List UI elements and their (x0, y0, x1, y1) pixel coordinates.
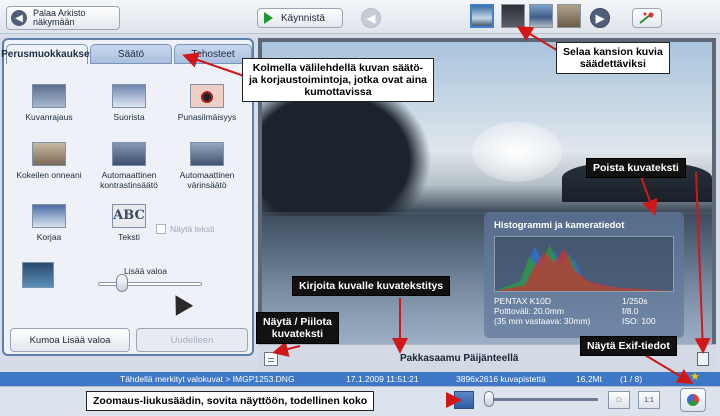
lucky-icon (32, 142, 66, 166)
back-arrow-icon: ◀ (11, 10, 27, 26)
filmstrip-thumb[interactable] (470, 4, 494, 28)
fix-tool[interactable]: Korjaa (10, 204, 88, 242)
callout-filmstrip: Selaa kansion kuvia säädettäviksi (556, 42, 670, 74)
status-date: 17.1.2009 11:51:21 (346, 374, 419, 384)
redeye-tool[interactable]: Punasilmäisyys (168, 84, 246, 122)
crop-icon (32, 84, 66, 108)
star-icon[interactable]: ★ (690, 370, 700, 383)
redeye-icon (190, 84, 224, 108)
photo-sun (472, 122, 562, 182)
redeye-label: Punasilmäisyys (177, 112, 237, 122)
callout-write-caption: Kirjoita kuvalle kuvatekstitys (292, 276, 451, 296)
text-tool[interactable]: ABC Teksti (90, 204, 168, 242)
crop-tool[interactable]: Kuvanrajaus (10, 84, 88, 122)
callout-delete-caption: Poista kuvateksti (586, 158, 686, 178)
caption-toggle-icon[interactable] (264, 352, 278, 366)
tab-basic-edits[interactable]: Perusmuokkaukset (1, 44, 93, 64)
iso: ISO: 100 (622, 316, 656, 326)
color-label-2: värinsäätö (187, 180, 227, 190)
lucky-label: Kokeilen onneani (16, 170, 82, 180)
text-label: Teksti (118, 232, 140, 242)
callout-toggle-caption: Näytä / Piilota kuvateksti (256, 312, 339, 344)
text-icon: ABC (112, 204, 146, 228)
contrast-label-2: kontrastinsäätö (100, 180, 158, 190)
fix-icon (32, 204, 66, 228)
histogram-graph (494, 236, 674, 292)
callout-zoom: Zoomaus-liukusäädin, sovita näyttöön, to… (86, 391, 375, 411)
status-dimensions: 3896x2616 kuvapistettä (456, 374, 546, 384)
start-button[interactable]: Käynnistä (257, 8, 343, 28)
focal-equiv: (35 mm vastaava: 30mm) (494, 316, 591, 326)
next-arrow-icon[interactable]: ▶ (590, 8, 610, 28)
fill-light-tool (18, 262, 58, 292)
show-text-label: Näytä teksti (170, 224, 215, 234)
straighten-tool[interactable]: Suorista (90, 84, 168, 122)
camera-info: PENTAX K10D Polttoväli: 20.0mm (35 mm va… (494, 296, 674, 326)
auto-contrast-tool[interactable]: Automaattinen kontrastinsäätö (90, 142, 168, 190)
tab-tuning[interactable]: Säätö (90, 44, 172, 64)
mouse-cursor-icon (166, 290, 194, 316)
color-icon (190, 142, 224, 166)
focal-length: Polttoväli: 20.0mm (494, 306, 564, 316)
filmstrip-thumb[interactable] (557, 4, 581, 28)
callout-tabs: Kolmella välilehdellä kuvan säätö- ja ko… (242, 58, 434, 102)
prev-arrow-icon[interactable]: ◀ (361, 8, 381, 28)
zoom-slider-thumb[interactable] (484, 391, 494, 407)
contrast-label-1: Automaattinen (101, 170, 157, 180)
contrast-icon (112, 142, 146, 166)
fill-light-label: Lisää valoa (124, 266, 168, 276)
straighten-icon (112, 84, 146, 108)
crop-label: Kuvanrajaus (25, 112, 73, 122)
show-text-checkbox[interactable]: Näytä teksti (156, 224, 214, 234)
photo-caption[interactable]: Pakkasaamu Päijänteellä (400, 353, 518, 364)
actual-size-button[interactable]: 1:1 (638, 391, 660, 409)
edit-panel: Perusmuokkaukset Säätö Tehosteet Kuvanra… (1, 38, 254, 356)
fill-light-slider-thumb[interactable] (116, 274, 129, 292)
trash-icon[interactable] (697, 352, 709, 366)
checkbox-icon (156, 224, 166, 234)
filmstrip-thumb[interactable] (529, 4, 553, 28)
callout-exif: Näytä Exif-tiedot (580, 336, 677, 356)
fix-label: Korjaa (36, 232, 62, 242)
back-to-archive-button[interactable]: ◀ Palaa Arkisto näkymään (6, 6, 120, 30)
straighten-label: Suorista (113, 112, 145, 122)
camera-model: PENTAX K10D (494, 296, 552, 306)
aperture: f/8.0 (622, 306, 639, 316)
zoom-icon[interactable] (454, 391, 474, 409)
histogram-panel: Histogrammi ja kameratiedot PENTAX K10D … (484, 212, 684, 338)
back-label-line2: näkymään (33, 17, 75, 27)
status-size: 16,2Mt (576, 374, 602, 384)
histogram-title: Histogrammi ja kameratiedot (494, 220, 625, 231)
status-path: Tähdellä merkityt valokuvat > IMGP1253.D… (120, 374, 295, 384)
start-label: Käynnistä (281, 12, 325, 24)
fix-wand-icon (639, 12, 654, 24)
fix-photos-button[interactable] (632, 8, 662, 28)
undo-fill-light-button[interactable]: Kumoa Lisää valoa (10, 328, 130, 352)
shutter-speed: 1/250s (622, 296, 648, 306)
play-icon (264, 12, 273, 24)
zoom-slider[interactable] (484, 398, 598, 401)
fill-light-icon (22, 262, 54, 288)
lucky-tool[interactable]: Kokeilen onneani (10, 142, 88, 180)
color-label-1: Automaattinen (179, 170, 235, 180)
auto-color-tool[interactable]: Automaattinen värinsäätö (168, 142, 246, 190)
status-bar: Tähdellä merkityt valokuvat > IMGP1253.D… (0, 372, 720, 386)
exif-icon[interactable] (680, 388, 706, 412)
redo-button[interactable]: Uudelleen (136, 328, 248, 352)
status-count: (1 / 8) (620, 374, 643, 384)
tab-effects[interactable]: Tehosteet (174, 44, 252, 64)
fill-light-slider[interactable] (98, 282, 202, 286)
filmstrip-thumb[interactable] (501, 4, 525, 28)
fit-to-screen-button[interactable]: □ (608, 391, 630, 409)
